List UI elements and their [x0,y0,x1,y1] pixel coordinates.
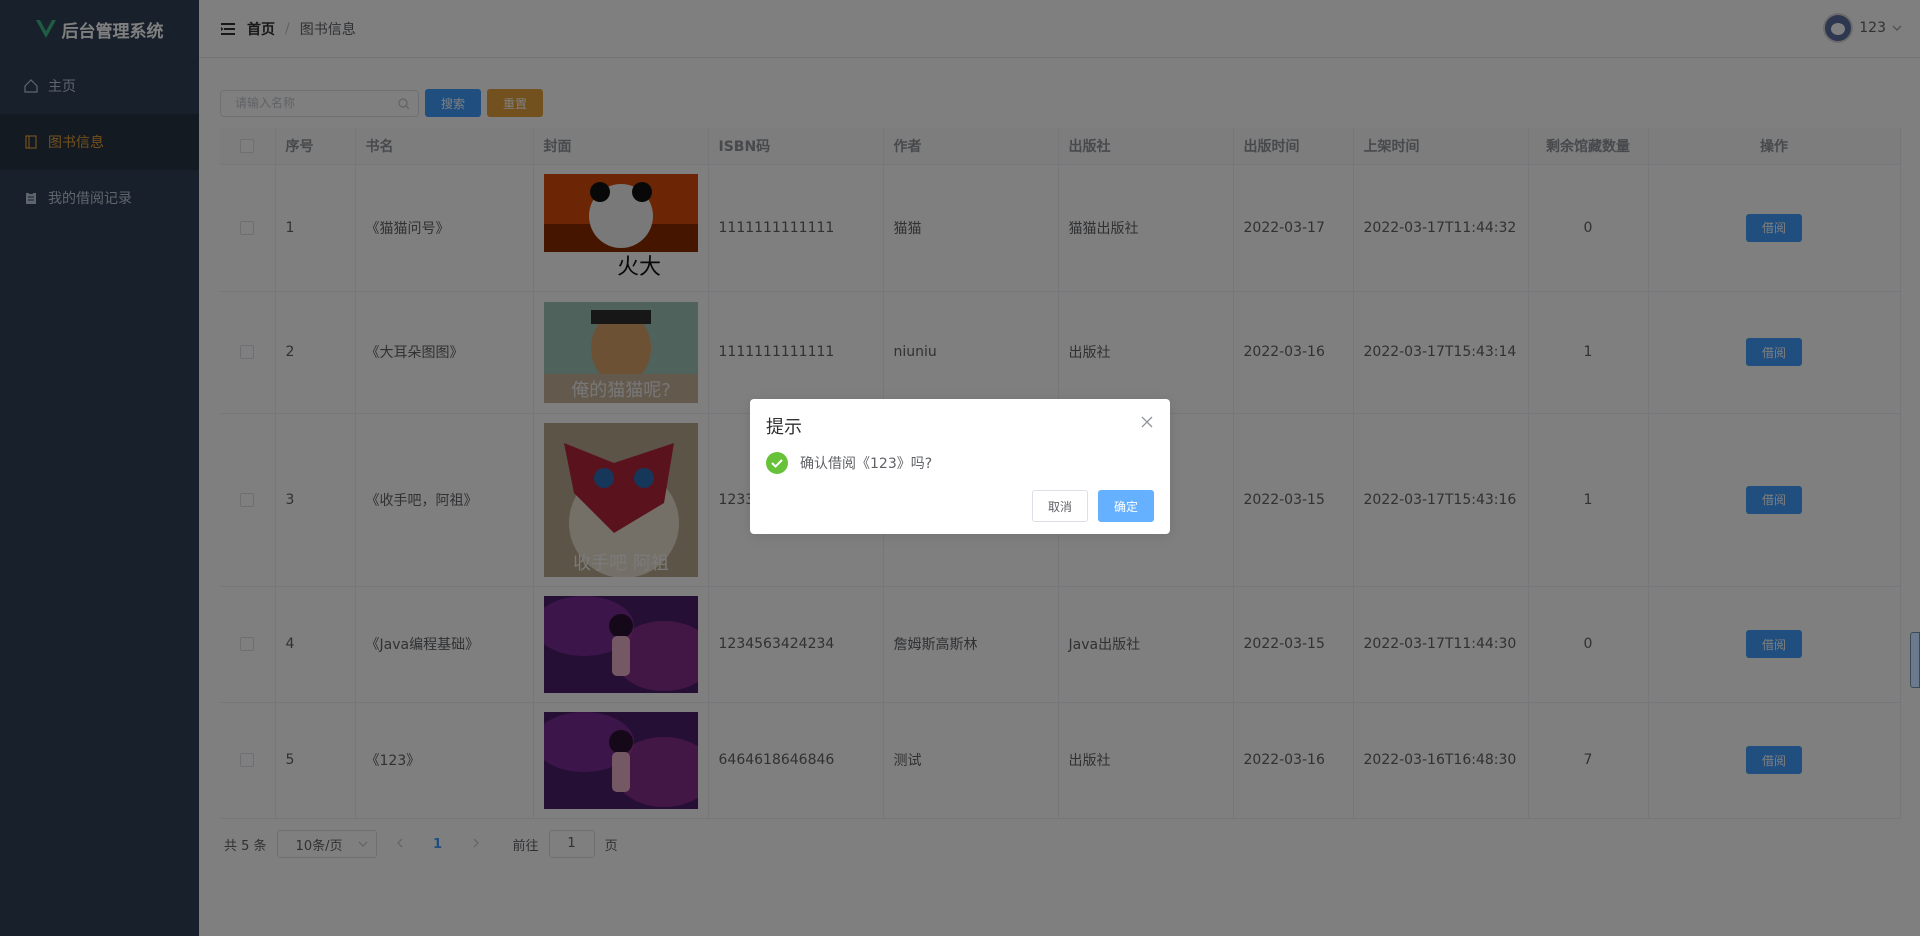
dialog-title: 提示 [766,417,802,438]
dialog-buttons: 取消 确定 [1032,490,1154,522]
dialog-message-row: 确认借阅《123》吗? [766,452,932,474]
confirm-button[interactable]: 确定 [1098,490,1154,522]
close-icon[interactable] [1140,415,1154,429]
cancel-button[interactable]: 取消 [1032,490,1088,522]
side-drag-handle[interactable] [1910,632,1920,688]
success-check-icon [766,452,788,474]
confirm-dialog: 提示 确认借阅《123》吗? 取消 确定 [750,399,1170,534]
dialog-message: 确认借阅《123》吗? [800,456,933,472]
